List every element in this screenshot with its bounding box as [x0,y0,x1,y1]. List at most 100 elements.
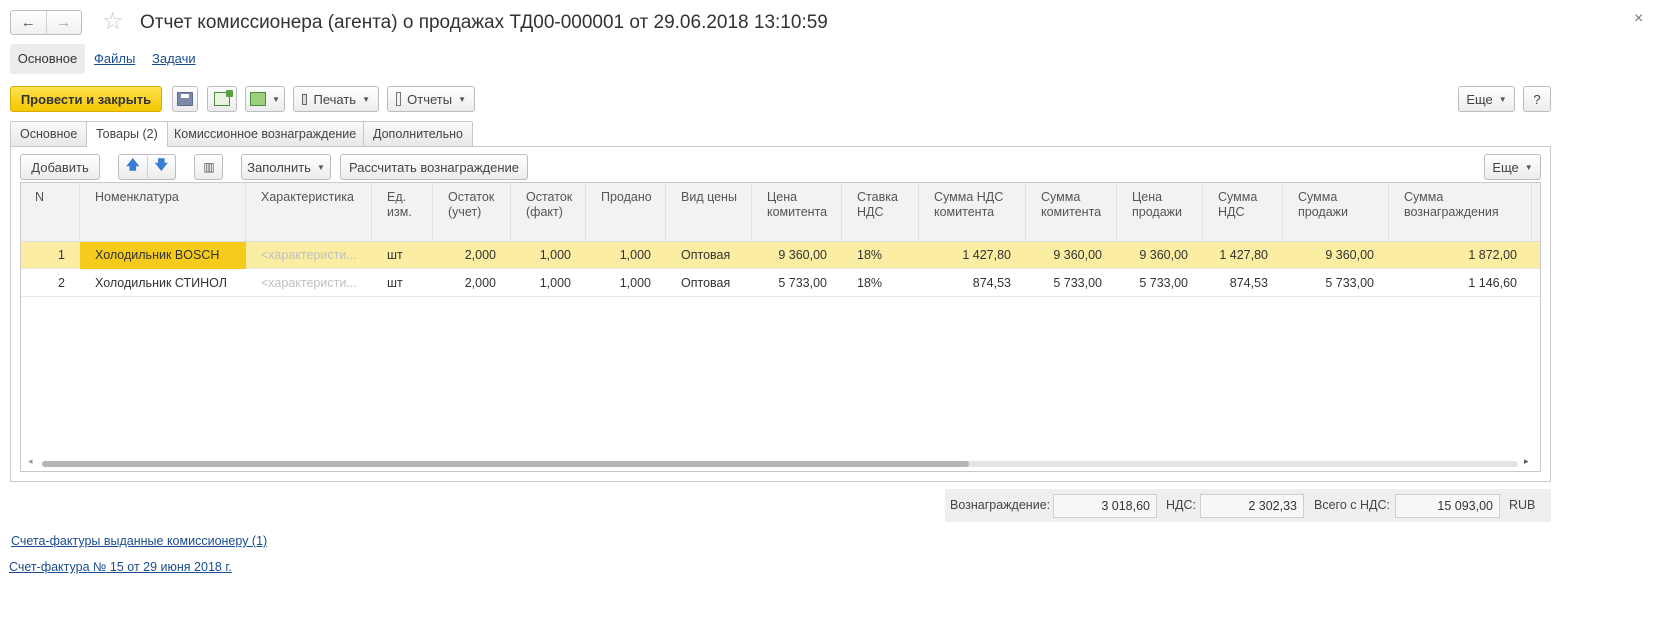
cell-sale-sum[interactable]: 5 733,00 [1283,270,1389,297]
cell-n[interactable]: 2 [21,270,80,297]
scroll-right-icon[interactable]: ▸ [1524,456,1529,467]
section-tasks-link[interactable]: Задачи [152,44,196,74]
header-label: продажи [1132,205,1182,219]
add-row-button[interactable]: Добавить [20,154,100,180]
header-col-stock-actual[interactable]: Остаток (факт) [511,183,586,242]
header-label: изм. [387,205,412,219]
cell-stock-account[interactable]: 2,000 [433,242,511,269]
cell-vat-sum[interactable]: 874,53 [1203,270,1283,297]
cell-sale-sum[interactable]: 9 360,00 [1283,242,1389,269]
section-files-link[interactable]: Файлы [94,44,135,74]
save-button[interactable] [172,86,198,112]
table-more-button[interactable]: Еще ▼ [1484,154,1541,180]
cell-price-type[interactable]: Оптовая [666,270,752,297]
vat-label: НДС: [1166,498,1196,512]
horizontal-scrollbar[interactable]: ◂ ▸ [28,456,1531,469]
cell-principal-vat-sum[interactable]: 1 427,80 [919,242,1026,269]
cell-n[interactable]: 1 [21,242,80,269]
cell-principal-sum[interactable]: 9 360,00 [1026,242,1117,269]
header-label: Остаток [448,190,495,204]
header-col-principal-price[interactable]: Цена комитента [752,183,842,242]
more-button[interactable]: Еще ▼ [1458,86,1515,112]
cell-stock-actual[interactable]: 1,000 [511,242,586,269]
invoice-link[interactable]: Счет-фактура № 15 от 29 июня 2018 г. [9,560,232,574]
header-col-stock-account[interactable]: Остаток (учет) [433,183,511,242]
cell-reward-sum[interactable]: 1 872,00 [1389,242,1532,269]
help-button[interactable]: ? [1523,86,1551,112]
cell-principal-sum[interactable]: 5 733,00 [1026,270,1117,297]
header-col-vat-sum[interactable]: Сумма НДС [1203,183,1283,242]
fill-button[interactable]: Заполнить ▼ [241,154,331,180]
cell-principal-price[interactable]: 9 360,00 [752,242,842,269]
cell-reward-sum[interactable]: 1 146,60 [1389,270,1532,297]
cell-vat-sum[interactable]: 1 427,80 [1203,242,1283,269]
scroll-thumb[interactable] [42,461,969,467]
post-button[interactable] [207,86,237,112]
header-col-principal-vat-sum[interactable]: Сумма НДС комитента [919,183,1026,242]
section-main[interactable]: Основное [10,44,85,74]
tab-goods[interactable]: Товары (2) [86,121,168,147]
header-label: Продано [601,190,652,204]
barcode-button[interactable]: ▥ [194,154,223,180]
close-icon[interactable]: × [1634,10,1643,28]
vat-value: 2 302,33 [1200,494,1304,518]
header-col-vat-rate[interactable]: Ставка НДС [842,183,919,242]
cell-sold[interactable]: 1,000 [586,270,666,297]
tab-commission[interactable]: Комиссионное вознаграждение [164,121,367,146]
header-col-sale-price[interactable]: Цена продажи [1117,183,1203,242]
cell-sale-price[interactable]: 9 360,00 [1117,242,1203,269]
header-col-sale-sum[interactable]: Сумма продажи [1283,183,1389,242]
header-col-characteristic[interactable]: Характеристика [246,183,372,242]
tab-main[interactable]: Основное [10,121,88,146]
cell-sold[interactable]: 1,000 [586,242,666,269]
cell-characteristic[interactable]: <характеристи... [246,270,372,297]
header-label: Сумма [1218,190,1258,204]
table-row[interactable]: 2 Холодильник СТИНОЛ <характеристи... шт 2,0… [21,270,1540,297]
print-button[interactable]: Печать ▼ [293,86,379,112]
cell-sale-price[interactable]: 5 733,00 [1117,270,1203,297]
reports-label: Отчеты [407,91,453,107]
header-label: Вид цены [681,190,737,204]
header-col-unit[interactable]: Ед. изм. [372,183,433,242]
cell-item[interactable]: Холодильник BOSCH [80,242,246,269]
tab-additional[interactable]: Дополнительно [363,121,473,146]
chevron-down-icon: ▼ [316,162,325,172]
table-row[interactable]: 1 Холодильник BOSCH <характеристи... шт 2,00… [21,242,1540,269]
back-arrow-icon[interactable]: ← [11,11,46,34]
header-col-principal-sum[interactable]: Сумма комитента [1026,183,1117,242]
total-label: Всего с НДС: [1314,498,1390,512]
reports-button[interactable]: Отчеты ▼ [387,86,475,112]
chevron-down-icon: ▼ [458,94,466,104]
forward-arrow-icon[interactable]: → [45,11,82,34]
move-up-arrow-icon[interactable]: 🡅 [119,156,147,178]
cell-characteristic[interactable]: <характеристи... [246,242,372,269]
cell-principal-price[interactable]: 5 733,00 [752,270,842,297]
header-col-item[interactable]: Номенклатура [80,183,246,242]
invoices-issued-link[interactable]: Счета-фактуры выданные комиссионеру (1) [11,534,267,548]
header-col-price-type[interactable]: Вид цены [666,183,752,242]
post-and-close-button[interactable]: Провести и закрыть [10,86,162,112]
favorite-star-icon[interactable]: ☆ [102,9,124,35]
header-label: комитента [934,205,995,219]
scroll-left-icon[interactable]: ◂ [28,456,33,467]
more-label: Еще [1466,91,1493,107]
header-col-n[interactable]: N [21,183,80,242]
chevron-down-icon: ▼ [1524,162,1533,172]
cell-unit[interactable]: шт [372,270,433,297]
cell-stock-actual[interactable]: 1,000 [511,270,586,297]
header-col-reward-sum[interactable]: Сумма вознаграждения [1389,183,1532,242]
move-down-arrow-icon[interactable]: 🡇 [146,156,176,178]
cell-stock-account[interactable]: 2,000 [433,270,511,297]
cell-vat-rate[interactable]: 18% [842,242,919,269]
cell-unit[interactable]: шт [372,242,433,269]
calculate-reward-button[interactable]: Рассчитать вознаграждение [340,154,528,180]
header-col-sold[interactable]: Продано [586,183,666,242]
cell-principal-vat-sum[interactable]: 874,53 [919,270,1026,297]
create-based-on-button[interactable]: ▼ [245,86,285,112]
printer-icon [302,93,308,105]
cell-item[interactable]: Холодильник СТИНОЛ [80,270,246,297]
post-document-icon [214,90,233,106]
header-label: Цена [767,190,798,204]
cell-vat-rate[interactable]: 18% [842,270,919,297]
cell-price-type[interactable]: Оптовая [666,242,752,269]
